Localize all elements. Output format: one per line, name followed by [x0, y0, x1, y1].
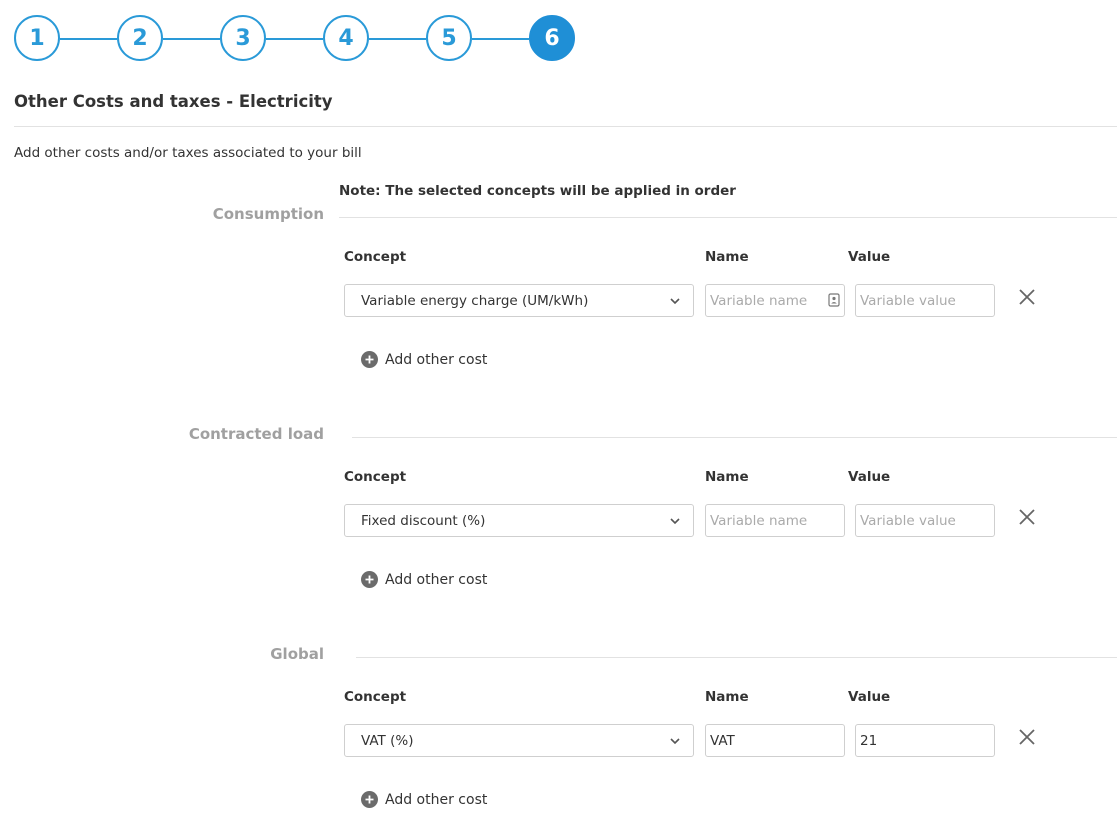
page-title: Other Costs and taxes - Electricity — [14, 92, 333, 111]
value-input[interactable] — [855, 724, 995, 757]
concept-select[interactable]: Variable energy charge (UM/kWh) — [344, 284, 694, 317]
section-divider — [339, 217, 1117, 218]
chevron-down-icon — [670, 518, 680, 525]
value-header: Value — [848, 469, 891, 485]
plus-circle-icon — [361, 351, 378, 368]
stepper-connector — [60, 38, 117, 40]
add-cost-button[interactable]: Add other cost — [361, 571, 487, 588]
concept-header: Concept — [344, 689, 407, 705]
concept-select[interactable]: VAT (%) — [344, 724, 694, 757]
concept-selected-value: VAT (%) — [361, 732, 414, 749]
add-cost-button[interactable]: Add other cost — [361, 791, 487, 808]
close-icon[interactable] — [1017, 727, 1037, 747]
name-header: Name — [705, 689, 749, 705]
contact-card-icon — [828, 293, 840, 307]
concept-selected-value: Fixed discount (%) — [361, 512, 486, 529]
section-label: Contracted load — [188, 425, 324, 443]
title-divider — [14, 126, 1117, 127]
step-2[interactable]: 2 — [117, 15, 163, 61]
step-5[interactable]: 5 — [426, 15, 472, 61]
add-cost-button[interactable]: Add other cost — [361, 351, 487, 368]
stepper-connector — [266, 38, 323, 40]
close-icon[interactable] — [1017, 287, 1037, 307]
name-header: Name — [705, 469, 749, 485]
stepper-connector — [163, 38, 220, 40]
stepper-connector — [472, 38, 529, 40]
chevron-down-icon — [670, 298, 680, 305]
section-label: Consumption — [212, 205, 324, 223]
concept-header: Concept — [344, 249, 407, 265]
concept-selected-value: Variable energy charge (UM/kWh) — [361, 292, 589, 309]
value-header: Value — [848, 689, 891, 705]
value-input[interactable] — [855, 284, 995, 317]
step-4[interactable]: 4 — [323, 15, 369, 61]
step-6-active[interactable]: 6 — [529, 15, 575, 61]
concept-header: Concept — [344, 469, 407, 485]
section-divider — [352, 437, 1117, 438]
page-subtitle: Add other costs and/or taxes associated … — [14, 145, 362, 161]
name-input[interactable] — [705, 284, 845, 317]
step-1[interactable]: 1 — [14, 15, 60, 61]
value-header: Value — [848, 249, 891, 265]
value-input[interactable] — [855, 504, 995, 537]
close-icon[interactable] — [1017, 507, 1037, 527]
stepper-connector — [369, 38, 426, 40]
section-divider — [356, 657, 1117, 658]
plus-circle-icon — [361, 791, 378, 808]
plus-circle-icon — [361, 571, 378, 588]
add-cost-label: Add other cost — [385, 571, 488, 588]
concept-select[interactable]: Fixed discount (%) — [344, 504, 694, 537]
name-input[interactable] — [705, 724, 845, 757]
name-input[interactable] — [705, 504, 845, 537]
chevron-down-icon — [670, 738, 680, 745]
add-cost-label: Add other cost — [385, 791, 488, 808]
add-cost-label: Add other cost — [385, 351, 488, 368]
name-header: Name — [705, 249, 749, 265]
step-3[interactable]: 3 — [220, 15, 266, 61]
order-note: Note: The selected concepts will be appl… — [339, 183, 736, 199]
section-label: Global — [270, 645, 324, 663]
